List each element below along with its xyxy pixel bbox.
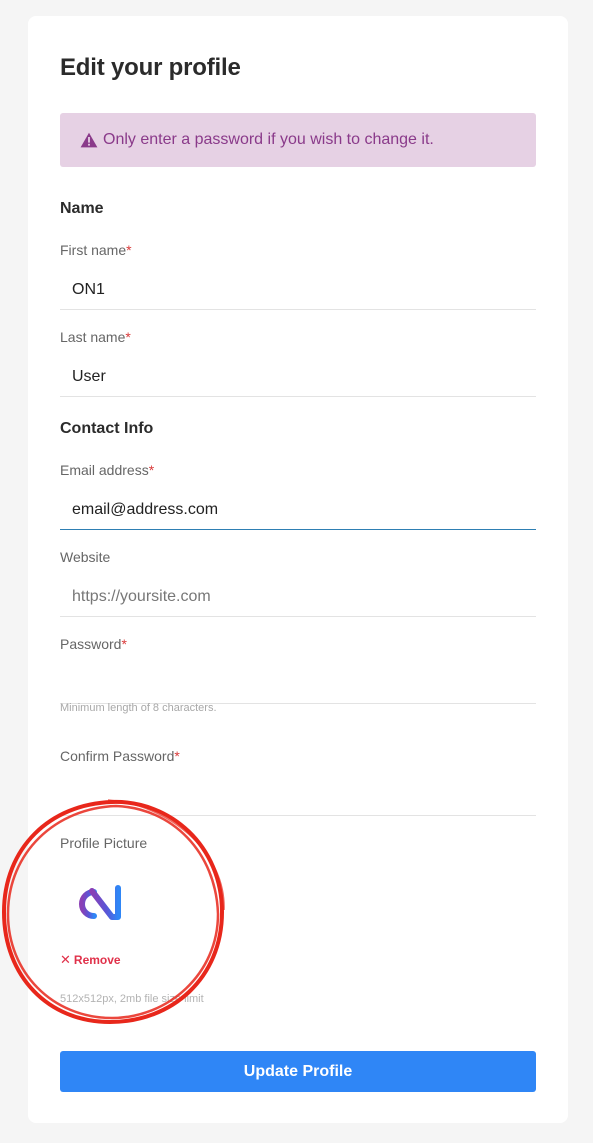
- website-label: Website: [60, 549, 111, 565]
- page-title: Edit your profile: [60, 54, 241, 81]
- last-name-label: Last name*: [60, 329, 131, 345]
- first-name-label: First name*: [60, 242, 132, 258]
- website-input[interactable]: [60, 573, 536, 617]
- password-label: Password*: [60, 636, 127, 652]
- confirm-password-label: Confirm Password*: [60, 748, 180, 764]
- confirm-password-field: Confirm Password*: [60, 748, 536, 816]
- section-heading-contact: Contact Info: [60, 420, 154, 437]
- confirm-password-input[interactable]: [60, 772, 536, 816]
- remove-label: Remove: [73, 953, 121, 967]
- on1-logo: [79, 885, 121, 920]
- last-name-input[interactable]: [60, 353, 536, 397]
- close-icon: ✕: [60, 952, 71, 967]
- password-hint: Minimum length of 8 characters.: [60, 702, 217, 714]
- email-input[interactable]: [60, 486, 536, 530]
- first-name-input[interactable]: [60, 266, 536, 310]
- profile-picture-label: Profile Picture: [60, 835, 148, 851]
- email-label: Email address*: [60, 462, 155, 478]
- website-field: Website: [60, 549, 536, 617]
- first-name-field: First name*: [60, 242, 536, 310]
- email-field: Email address*: [60, 462, 536, 530]
- profile-card: Edit your profile Only enter a password …: [28, 16, 568, 1123]
- password-field: Password*: [60, 636, 536, 704]
- update-profile-button[interactable]: Update Profile: [60, 1051, 536, 1092]
- alert-text: Only enter a password if you wish to cha…: [103, 131, 434, 148]
- last-name-field: Last name*: [60, 329, 536, 397]
- file-size-hint: 512x512px, 2mb file size limit: [60, 993, 204, 1005]
- remove-picture-button[interactable]: ✕ Remove: [60, 952, 121, 968]
- section-heading-name: Name: [60, 200, 104, 217]
- warning-icon: [80, 132, 98, 148]
- password-input[interactable]: [60, 660, 536, 704]
- password-alert: Only enter a password if you wish to cha…: [60, 113, 536, 167]
